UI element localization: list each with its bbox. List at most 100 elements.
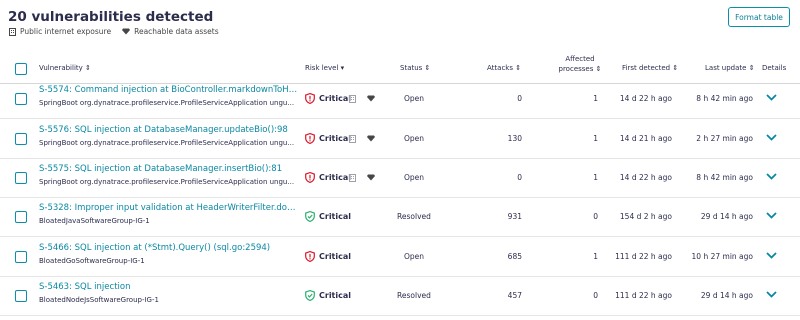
chevron-down-icon[interactable] <box>766 212 777 219</box>
vulnerability-entity: SpringBoot org.dynatrace.profileservice.… <box>39 99 295 107</box>
vulnerability-entity: BloatedJavaSoftwareGroup-IG-1 <box>39 217 150 225</box>
status-text: Open <box>404 134 425 143</box>
table-row[interactable]: S-5574: Command injection at BioControll… <box>0 79 800 119</box>
vulnerability-link[interactable]: S-5466: SQL injection at (*Stmt).Query()… <box>39 243 299 253</box>
table-row[interactable]: S-5466: SQL injection at (*Stmt).Query()… <box>0 237 800 277</box>
diamond-icon <box>367 135 375 142</box>
legend-internet: Public internet exposure <box>9 27 111 36</box>
shield-icon <box>305 172 315 183</box>
last-update: 8 h 42 min ago <box>696 94 753 103</box>
risk-level: Critical <box>305 251 351 262</box>
building-icon <box>9 27 16 36</box>
diamond-icon <box>367 95 375 102</box>
first-detected: 14 d 22 h ago <box>619 94 672 103</box>
status-text: Open <box>404 252 425 261</box>
vulnerability-link[interactable]: S-5575: SQL injection at DatabaseManager… <box>39 164 299 174</box>
vulnerability-entity: SpringBoot org.dynatrace.profileservice.… <box>39 178 295 186</box>
affected-count: 1 <box>593 252 598 261</box>
col-first-detected[interactable]: First detected ⇕ <box>622 64 678 72</box>
risk-label: Critical <box>319 173 352 182</box>
status-text: Open <box>404 173 425 182</box>
row-checkbox[interactable] <box>15 133 27 145</box>
risk-level: Critical <box>305 93 351 104</box>
risk-label: Critical <box>319 212 352 221</box>
shield-icon <box>305 290 315 301</box>
attacks-count: 130 <box>507 134 522 143</box>
risk-label: Critical <box>319 291 352 300</box>
first-detected: 14 d 21 h ago <box>619 134 672 143</box>
risk-level: Critical <box>305 172 351 183</box>
last-update: 8 h 42 min ago <box>696 173 753 182</box>
first-detected: 154 d 2 h ago <box>619 212 672 221</box>
vulnerability-link[interactable]: S-5463: SQL injection <box>39 282 299 292</box>
risk-label: Critical <box>319 252 352 261</box>
building-icon <box>349 174 356 182</box>
col-status[interactable]: Status ⇕ <box>400 64 430 72</box>
affected-count: 1 <box>593 173 598 182</box>
legend: Public internet exposure Reachable data … <box>9 27 230 36</box>
last-update: 29 d 14 h ago <box>700 212 753 221</box>
chevron-down-icon[interactable] <box>766 134 777 141</box>
first-detected: 111 d 22 h ago <box>615 252 672 261</box>
building-icon <box>349 95 356 103</box>
table-row[interactable]: S-5328: Improper input validation at Hea… <box>0 197 800 237</box>
chevron-down-icon[interactable] <box>766 94 777 101</box>
vulnerability-link[interactable]: S-5574: Command injection at BioControll… <box>39 85 299 95</box>
status-text: Open <box>404 94 425 103</box>
shield-icon <box>305 133 315 144</box>
last-update: 10 h 27 min ago <box>691 252 753 261</box>
shield-icon <box>305 93 315 104</box>
status-text: Resolved <box>397 212 431 221</box>
attacks-count: 931 <box>507 212 522 221</box>
col-last-update[interactable]: Last update ⇕ <box>705 64 755 72</box>
attacks-count: 685 <box>507 252 522 261</box>
risk-label: Critical <box>319 134 352 143</box>
format-table-button[interactable]: Format table <box>728 7 790 27</box>
first-detected: 14 d 22 h ago <box>619 173 672 182</box>
shield-icon <box>305 211 315 222</box>
legend-internet-label: Public internet exposure <box>20 27 112 36</box>
status-text: Resolved <box>397 291 431 300</box>
page-title: 20 vulnerabilities detected <box>8 9 214 25</box>
last-update: 2 h 27 min ago <box>696 134 753 143</box>
chevron-down-icon[interactable] <box>766 252 777 259</box>
vulnerability-entity: BloatedNodeJsSoftwareGroup-IG-1 <box>39 296 159 304</box>
vulnerability-entity: BloatedGoSoftwareGroup-IG-1 <box>39 257 145 265</box>
risk-level: Critical <box>305 290 351 301</box>
attacks-count: 0 <box>517 94 522 103</box>
legend-data: Reachable data assets <box>122 27 219 36</box>
first-detected: 111 d 22 h ago <box>615 291 672 300</box>
row-checkbox[interactable] <box>15 290 27 302</box>
chevron-down-icon[interactable] <box>766 291 777 298</box>
row-checkbox[interactable] <box>15 251 27 263</box>
row-checkbox[interactable] <box>15 93 27 105</box>
col-affected-processes[interactable]: Affected processes ⇕ <box>556 54 604 74</box>
col-details: Details <box>762 64 787 72</box>
row-checkbox[interactable] <box>15 172 27 184</box>
risk-level: Critical <box>305 133 351 144</box>
col-vulnerability[interactable]: Vulnerability ⇕ <box>39 64 91 72</box>
building-icon <box>349 135 356 143</box>
col-risk-level[interactable]: Risk level ▾ <box>305 64 344 72</box>
affected-count: 1 <box>593 94 598 103</box>
row-checkbox[interactable] <box>15 211 27 223</box>
diamond-icon <box>122 28 131 35</box>
table-row[interactable]: S-5576: SQL injection at DatabaseManager… <box>0 119 800 159</box>
risk-label: Critical <box>319 94 352 103</box>
vulnerability-link[interactable]: S-5576: SQL injection at DatabaseManager… <box>39 125 299 135</box>
affected-count: 0 <box>593 212 598 221</box>
col-attacks[interactable]: Attacks ⇕ <box>487 64 521 72</box>
risk-level: Critical <box>305 211 351 222</box>
chevron-down-icon[interactable] <box>766 173 777 180</box>
last-update: 29 d 14 h ago <box>700 291 753 300</box>
table-row[interactable]: S-5575: SQL injection at DatabaseManager… <box>0 158 800 198</box>
vulnerability-link[interactable]: S-5328: Improper input validation at Hea… <box>39 203 299 213</box>
select-all-checkbox[interactable] <box>15 63 27 75</box>
attacks-count: 0 <box>517 173 522 182</box>
vulnerability-entity: SpringBoot org.dynatrace.profileservice.… <box>39 139 295 147</box>
attacks-count: 457 <box>507 291 522 300</box>
shield-icon <box>305 251 315 262</box>
table-row[interactable]: S-5463: SQL injection BloatedNodeJsSoftw… <box>0 276 800 316</box>
diamond-icon <box>367 174 375 181</box>
affected-count: 0 <box>593 291 598 300</box>
